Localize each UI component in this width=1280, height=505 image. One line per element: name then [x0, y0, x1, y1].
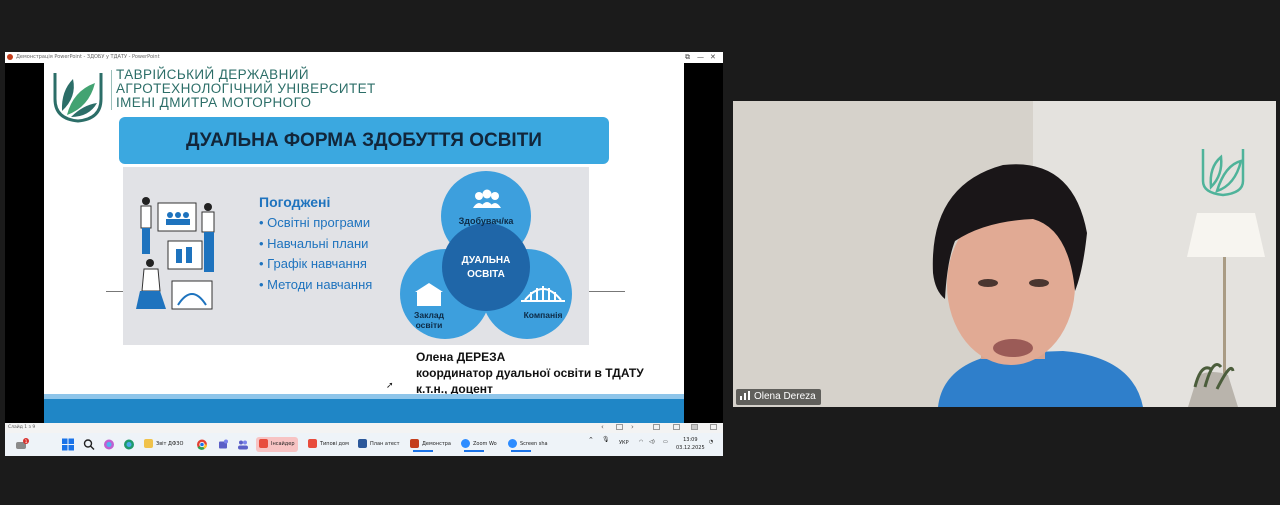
sorter-view-icon[interactable]: [673, 424, 680, 430]
wifi-icon[interactable]: ◠: [639, 439, 643, 445]
slide-footer-bar: [44, 399, 684, 423]
dual-education-venn-diagram: Здобувач/ка ДУАЛЬНА ОСВІТА Заклад освіти…: [400, 171, 572, 339]
minimize-icon[interactable]: —: [697, 52, 704, 63]
battery-icon[interactable]: ▭: [663, 439, 668, 445]
teams-icon[interactable]: [217, 438, 229, 451]
taskbar-app-explorer[interactable]: Звіт ДФЗО: [144, 437, 183, 452]
powerpoint-icon: [410, 439, 419, 448]
volume-icon[interactable]: ◁): [649, 439, 655, 445]
edge-icon[interactable]: [123, 438, 135, 451]
folder-icon: [144, 439, 153, 448]
next-slide-icon[interactable]: ›: [631, 423, 638, 431]
svg-text:1: 1: [25, 439, 28, 445]
taskbar-app-typical[interactable]: Типові дом: [308, 437, 349, 452]
clock-time: 13:09: [683, 437, 698, 443]
agreed-heading: Погоджені: [259, 194, 331, 210]
people-icon[interactable]: [237, 438, 249, 451]
taskbar-app-powerpoint[interactable]: Демонстра: [410, 437, 451, 452]
taskbar-app-label: Типові дом: [320, 441, 349, 447]
list-item: Освітні програми: [259, 213, 372, 234]
chrome-icon[interactable]: [196, 438, 208, 451]
shared-screen: Демонстрація PowerPoint - ЗДОБУ у ТДАТУ …: [5, 52, 723, 456]
restore-icon[interactable]: ⧉: [685, 52, 690, 63]
university-name: ТАВРІЙСЬКИЙ ДЕРЖАВНИЙ АГРОТЕХНОЛОГІЧНИЙ …: [111, 67, 376, 110]
powerpoint-statusbar: Слайд 1 з 9 ‹ ›: [5, 423, 723, 433]
university-line: ІМЕНІ ДМИТРА МОТОРНОГО: [116, 95, 312, 110]
system-clock[interactable]: 13:09 03.12.2025: [676, 436, 705, 452]
slide-title-banner: ДУАЛЬНА ФОРМА ЗДОБУТТЯ ОСВІТИ: [119, 117, 609, 164]
reading-view-icon[interactable]: [691, 424, 698, 430]
list-item: Графік навчання: [259, 254, 372, 275]
copilot-icon[interactable]: [103, 438, 115, 451]
slide-menu-icon[interactable]: [616, 424, 623, 430]
microphone-icon[interactable]: 🎙: [602, 436, 610, 443]
participant-video-tile[interactable]: Olena Dereza: [733, 101, 1276, 407]
venn-label-center: ОСВІТА: [467, 269, 505, 280]
taskbar-app-screenshare[interactable]: Screen sha: [508, 437, 548, 452]
taskbar-app-word[interactable]: План атест: [358, 437, 400, 452]
taskbar-app-insider[interactable]: Інсайдер: [256, 437, 298, 452]
word-icon: [358, 439, 367, 448]
center-circle: [442, 223, 530, 311]
list-item: Навчальні плани: [259, 234, 372, 255]
slide-counter: Слайд 1 з 9: [8, 425, 36, 430]
mouse-cursor-icon: ➚: [386, 381, 394, 391]
zoom-icon: [461, 439, 470, 448]
slideshow-view-icon[interactable]: [710, 424, 717, 430]
language-indicator[interactable]: УКР: [619, 440, 629, 446]
zoom-icon: [508, 439, 517, 448]
venn-label-center: ДУАЛЬНА: [462, 255, 511, 266]
prev-slide-icon[interactable]: ‹: [601, 423, 608, 431]
taskbar-app-label: План атест: [370, 441, 400, 447]
divider-line: [106, 291, 123, 292]
taskbar-app-label: Інсайдер: [271, 441, 295, 447]
clock-date: 03.12.2025: [676, 445, 705, 451]
venn-label-institution: освіти: [416, 320, 443, 330]
participant-name-tag: Olena Dereza: [736, 389, 821, 405]
agreed-list: Освітні програми Навчальні плани Графік …: [259, 213, 372, 295]
university-line: АГРОТЕХНОЛОГІЧНИЙ УНІВЕРСИТЕТ: [116, 81, 376, 96]
webcam-video-feed: [733, 101, 1276, 407]
close-icon[interactable]: ✕: [710, 52, 716, 63]
normal-view-icon[interactable]: [653, 424, 660, 430]
author-name: Олена ДЕРЕЗА: [416, 350, 506, 364]
search-icon[interactable]: [83, 438, 95, 451]
notification-bell-icon[interactable]: ◔: [709, 439, 713, 445]
university-line: ТАВРІЙСЬКИЙ ДЕРЖАВНИЙ: [116, 67, 309, 82]
taskbar-app-label: Звіт ДФЗО: [156, 441, 184, 447]
slide: ТАВРІЙСЬКИЙ ДЕРЖАВНИЙ АГРОТЕХНОЛОГІЧНИЙ …: [44, 63, 684, 423]
participant-name: Olena Dereza: [754, 391, 816, 402]
signal-strength-icon: [740, 391, 750, 400]
list-item: Методи навчання: [259, 275, 372, 296]
university-logo: [53, 73, 103, 123]
venn-label-institution: Заклад: [414, 310, 445, 320]
author-position: координатор дуальної освіти в ТДАТУ: [416, 366, 644, 380]
taskbar-app-label: Screen sha: [520, 441, 548, 447]
venn-label-student: Здобувач/ка: [459, 216, 515, 226]
app-icon: [259, 439, 268, 448]
window-title: Демонстрація PowerPoint - ЗДОБУ у ТДАТУ …: [16, 54, 160, 60]
windows-taskbar: 1 Звіт ДФЗО Інсайдер Типові дом План ате…: [5, 433, 723, 456]
app-icon: [308, 439, 317, 448]
people-building-illustration: [136, 197, 215, 310]
window-titlebar: Демонстрація PowerPoint - ЗДОБУ у ТДАТУ …: [5, 52, 723, 63]
taskbar-app-label: Демонстра: [422, 441, 451, 447]
tray-chevron-icon[interactable]: ⌃: [588, 436, 594, 444]
taskbar-app-label: Zoom Wo: [473, 441, 497, 447]
venn-label-company: Компанія: [524, 310, 563, 320]
divider-line: [589, 291, 625, 292]
taskbar-app-zoom[interactable]: Zoom Wo: [461, 437, 497, 452]
notifications-icon[interactable]: 1: [15, 438, 29, 451]
powerpoint-icon: [7, 54, 13, 60]
windows-start-icon[interactable]: [62, 438, 74, 451]
author-block: Олена ДЕРЕЗА координатор дуальної освіти…: [416, 349, 644, 397]
